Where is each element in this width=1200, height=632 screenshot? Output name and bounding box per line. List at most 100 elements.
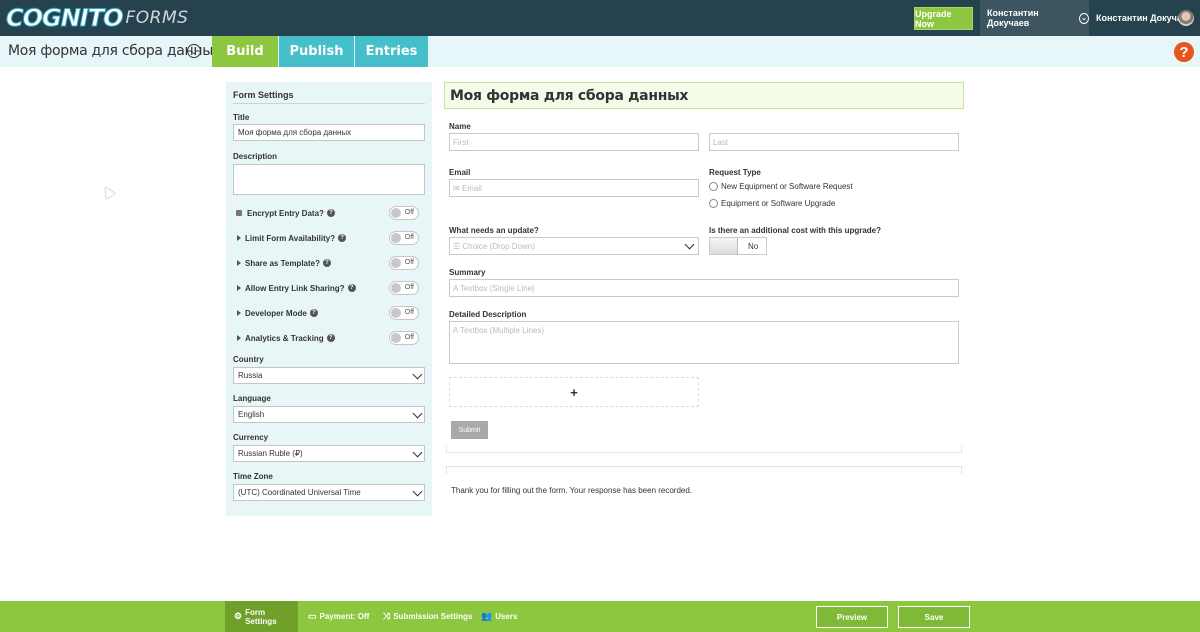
- add-field-button[interactable]: +: [449, 377, 699, 407]
- form-title-header[interactable]: Моя форма для сбора данных: [444, 82, 964, 109]
- country-label: Country: [233, 355, 264, 364]
- payment-label: Payment: Off: [319, 612, 370, 621]
- gear-icon: ⚙: [234, 611, 243, 621]
- tab-publish[interactable]: Publish: [279, 36, 354, 67]
- radio-circle-icon: [709, 182, 718, 191]
- help-question-icon[interactable]: ?: [326, 334, 335, 342]
- help-question-icon[interactable]: ?: [309, 309, 318, 317]
- cognito-forms-logo[interactable]: COGNITO FORMS: [6, 4, 188, 33]
- country-select[interactable]: Russia: [233, 367, 425, 384]
- help-question-icon[interactable]: ?: [323, 259, 331, 267]
- users-label: Users: [495, 612, 518, 621]
- chevron-down-icon: ⌄: [1078, 12, 1089, 24]
- email-placeholder: Email: [461, 184, 482, 193]
- form-settings-label: Form Settings: [245, 607, 277, 626]
- confirmation-message[interactable]: Thank you for filling out the form. Your…: [451, 486, 692, 495]
- email-label: Email: [449, 168, 471, 177]
- description-label: Description: [233, 152, 278, 161]
- toggle-row-share-template[interactable]: Share as Template? ? Off: [233, 256, 425, 270]
- preview-button[interactable]: Preview: [816, 606, 888, 628]
- last-name-field[interactable]: Last: [709, 133, 959, 151]
- radio-new-equipment[interactable]: New Equipment or Software Request: [709, 182, 853, 191]
- toggle-row-limit-availability[interactable]: Limit Form Availability? ? Off: [233, 231, 425, 245]
- timezone-value: (UTC) Coordinated Universal Time: [238, 488, 361, 497]
- tab-entries[interactable]: Entries: [355, 36, 428, 67]
- toggle-row-developer-mode[interactable]: Developer Mode ? Off: [233, 306, 425, 320]
- settings-heading: Form Settings: [233, 90, 425, 104]
- name-label: Name: [449, 122, 471, 131]
- toggle-switch[interactable]: Off: [389, 331, 419, 345]
- request-type-label: Request Type: [709, 168, 761, 177]
- toggle-row-entry-link-sharing[interactable]: Allow Entry Link Sharing? ? Off: [233, 281, 425, 295]
- help-question-icon[interactable]: ?: [326, 209, 335, 217]
- tab-build[interactable]: Build: [212, 36, 278, 67]
- title-input[interactable]: Моя форма для сбора данных: [233, 124, 425, 141]
- caret-right-icon: [237, 260, 241, 266]
- toggle-label: Limit Form Availability?: [245, 233, 336, 243]
- caret-right-icon: [237, 335, 241, 341]
- email-field[interactable]: ✉ Email: [449, 179, 699, 197]
- summary-label: Summary: [449, 268, 486, 277]
- summary-field[interactable]: A Textbox (Single Line): [449, 279, 959, 297]
- update-placeholder: Choice (Drop Down): [462, 242, 535, 251]
- list-icon: ☰: [453, 242, 463, 251]
- toggle-row-encrypt[interactable]: Encrypt Entry Data? ? Off: [233, 206, 425, 220]
- form-settings-tab[interactable]: ⚙ Form Settings: [225, 601, 298, 632]
- detail-placeholder: Textbox (Multiple Lines): [459, 326, 545, 335]
- toggle-value: No: [748, 242, 759, 251]
- chevron-down-icon: [412, 486, 423, 497]
- title-label: Title: [233, 113, 250, 122]
- currency-select[interactable]: Russian Ruble (₽): [233, 445, 425, 462]
- toggle-switch[interactable]: Off: [389, 306, 419, 320]
- submission-settings-tab[interactable]: ⤨ Submission Settings: [383, 601, 472, 632]
- top-bar: COGNITO FORMS Upgrade Now Константин Док…: [0, 0, 1200, 36]
- form-navbar: Моя форма для сбора данных ⌄ Build Publi…: [0, 36, 1200, 67]
- help-question-icon[interactable]: ?: [338, 234, 347, 242]
- chevron-down-icon: [412, 447, 423, 458]
- toggle-switch[interactable]: Off: [389, 206, 419, 220]
- organization-menu[interactable]: Константин Докучаев ⌄: [980, 0, 1089, 36]
- toggle-label: Developer Mode: [245, 308, 307, 318]
- first-name-field[interactable]: First: [449, 133, 699, 151]
- submit-button[interactable]: Submit: [451, 421, 488, 439]
- submission-settings-label: Submission Settings: [393, 612, 473, 621]
- save-button[interactable]: Save: [898, 606, 970, 628]
- cost-label: Is there an additional cost with this up…: [709, 226, 882, 235]
- summary-placeholder: Textbox (Single Line): [459, 284, 535, 293]
- help-icon[interactable]: ?: [1174, 42, 1194, 62]
- payment-tab[interactable]: ▭ Payment: Off: [308, 601, 369, 632]
- card-icon: ▭: [308, 611, 317, 621]
- users-tab[interactable]: 👥 Users: [481, 601, 517, 632]
- detail-label: Detailed Description: [449, 310, 527, 319]
- form-settings-panel: Form Settings Title Моя форма для сбора …: [226, 82, 432, 516]
- currency-value: Russian Ruble (₽): [238, 449, 303, 458]
- chevron-down-icon: [412, 369, 423, 380]
- help-question-icon[interactable]: ?: [347, 284, 356, 292]
- chevron-down-icon: [412, 408, 423, 419]
- toggle-row-analytics[interactable]: Analytics & Tracking ? Off: [233, 331, 425, 345]
- chevron-down-icon: [684, 239, 695, 250]
- toggle-switch[interactable]: Off: [389, 281, 419, 295]
- caret-right-icon: [237, 285, 241, 291]
- cost-yes-no-toggle[interactable]: No: [709, 237, 767, 255]
- user-menu[interactable]: Константин Докучаев: [1090, 0, 1200, 36]
- radio-circle-icon: [709, 199, 718, 208]
- toggle-switch[interactable]: Off: [389, 231, 419, 245]
- timezone-select[interactable]: (UTC) Coordinated Universal Time: [233, 484, 425, 501]
- detail-field[interactable]: A Textbox (Multiple Lines): [449, 321, 959, 364]
- description-textarea[interactable]: [233, 164, 425, 195]
- caret-right-icon: [237, 310, 241, 316]
- users-icon: 👥: [481, 611, 493, 621]
- upgrade-now-button[interactable]: Upgrade Now: [914, 7, 973, 30]
- language-value: English: [238, 410, 265, 419]
- update-dropdown[interactable]: ☰ Choice (Drop Down): [449, 237, 699, 255]
- shuffle-icon: ⤨: [383, 611, 391, 621]
- country-value: Russia: [238, 371, 263, 380]
- avatar: [1178, 10, 1194, 26]
- toggle-switch[interactable]: Off: [389, 256, 419, 270]
- form-menu-chevron-icon[interactable]: ⌄: [187, 44, 201, 58]
- language-select[interactable]: English: [233, 406, 425, 423]
- radio-upgrade[interactable]: Equipment or Software Upgrade: [709, 199, 835, 208]
- radio-label: New Equipment or Software Request: [721, 182, 853, 191]
- lock-icon: [236, 210, 242, 216]
